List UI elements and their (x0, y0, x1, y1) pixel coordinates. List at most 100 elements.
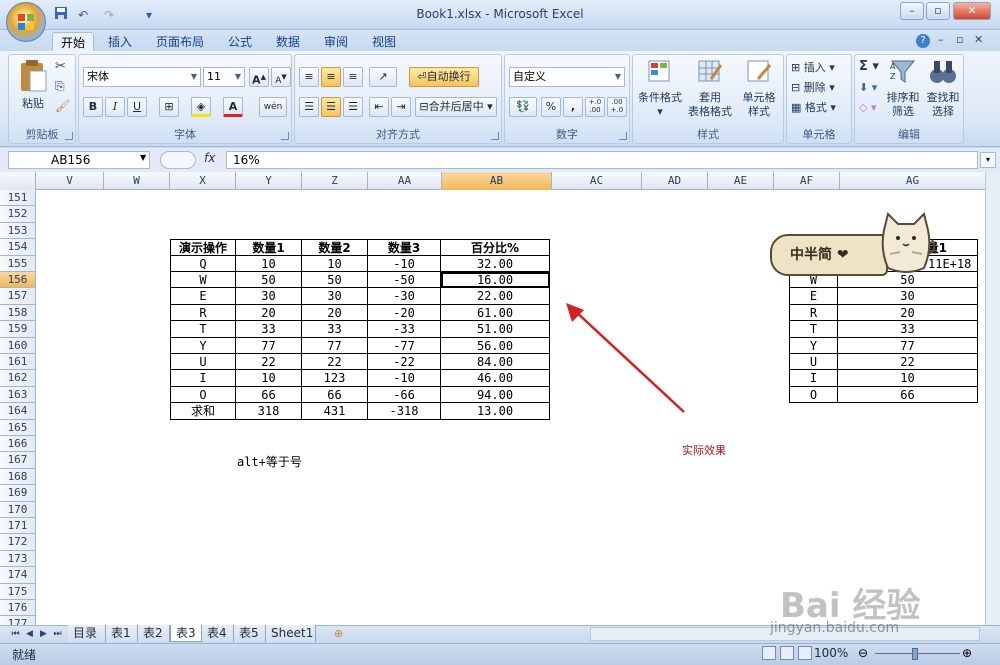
restore-button[interactable]: ▫ (926, 2, 950, 20)
table-cell[interactable]: U (170, 354, 236, 371)
page-break-view-icon[interactable] (798, 646, 812, 660)
row-header[interactable]: 155 (0, 255, 36, 272)
table-cell[interactable]: E (170, 288, 236, 305)
increase-decimal-button[interactable]: +.0.00 (585, 97, 605, 117)
column-header[interactable]: X (170, 172, 236, 190)
increase-indent-icon[interactable]: ⇥ (391, 97, 411, 117)
orientation-icon[interactable]: ↗ (369, 67, 397, 87)
autosum-button[interactable]: Σ ▾ (859, 59, 879, 74)
page-layout-view-icon[interactable] (780, 646, 794, 660)
table-cell[interactable]: 318 (236, 403, 302, 420)
italic-button[interactable]: I (105, 97, 125, 117)
clear-icon[interactable]: ◇ ▾ (859, 101, 876, 114)
row-header[interactable]: 152 (0, 206, 36, 223)
row-header[interactable]: 163 (0, 386, 36, 404)
table-cell[interactable]: -33 (368, 321, 441, 338)
right-table-cell[interactable]: 22 (838, 354, 978, 371)
column-header[interactable]: AE (708, 172, 774, 190)
table-cell[interactable]: 66 (236, 386, 302, 404)
row-header[interactable]: 176 (0, 600, 36, 617)
table-cell[interactable]: -66 (368, 386, 441, 404)
row-header[interactable]: 167 (0, 452, 36, 469)
row-header[interactable]: 175 (0, 583, 36, 600)
tab-insert[interactable]: 插入 (100, 32, 140, 52)
font-color-button[interactable]: A (223, 97, 243, 117)
find-select-button[interactable]: 查找和 选择 (923, 57, 963, 119)
right-table-cell[interactable]: 30 (838, 288, 978, 305)
table-cell[interactable]: 20 (236, 304, 302, 322)
tab-home[interactable]: 开始 (52, 32, 95, 52)
sheet-tab[interactable]: 表3 (170, 625, 202, 642)
table-cell[interactable]: -50 (368, 272, 441, 289)
align-left-icon[interactable]: ☰ (299, 97, 319, 117)
column-header[interactable]: AC (552, 172, 642, 190)
table-cell[interactable]: 22 (302, 354, 368, 371)
font-size-combo[interactable]: 11 ▼ (203, 67, 245, 87)
row-header[interactable]: 173 (0, 550, 36, 568)
table-cell[interactable]: 94.00 (441, 386, 550, 404)
ribbon-restore-icon[interactable]: ▫ (956, 33, 963, 46)
insert-sheet-icon[interactable]: ⊕ (334, 627, 352, 641)
shrink-font-button[interactable]: A▼ (271, 67, 291, 87)
help-icon[interactable]: ? (916, 34, 930, 48)
name-box[interactable]: AB156 (8, 151, 150, 169)
last-sheet-icon[interactable]: ⏭ (52, 627, 63, 641)
table-cell[interactable]: T (170, 321, 236, 338)
row-header[interactable]: 168 (0, 468, 36, 486)
zoom-in-icon[interactable]: ⊕ (962, 646, 972, 660)
column-header[interactable]: V (36, 172, 104, 190)
number-launcher-icon[interactable] (619, 132, 627, 140)
insert-button[interactable]: ⊞ 插入 ▾ (791, 59, 835, 75)
table-cell[interactable]: -22 (368, 354, 441, 371)
table-cell[interactable]: -318 (368, 403, 441, 420)
fill-color-button[interactable]: ◈ (191, 97, 211, 117)
table-cell[interactable]: 33 (302, 321, 368, 338)
tab-data[interactable]: 数据 (268, 32, 308, 52)
vertical-scrollbar[interactable] (985, 172, 1000, 626)
table-cell[interactable]: I (170, 370, 236, 387)
comma-button[interactable]: , (563, 97, 583, 117)
table-cell[interactable]: -30 (368, 288, 441, 305)
table-cell[interactable]: 56.00 (441, 337, 550, 354)
table-header-cell[interactable]: 数量3 (368, 239, 441, 256)
paste-button[interactable]: 粘贴 (15, 59, 51, 111)
minimize-button[interactable]: – (900, 2, 924, 20)
font-launcher-icon[interactable] (281, 132, 289, 140)
table-cell[interactable]: 46.00 (441, 370, 550, 387)
phonetic-button[interactable]: wén (259, 97, 287, 117)
normal-view-icon[interactable] (762, 646, 776, 660)
percent-button[interactable]: % (541, 97, 561, 117)
table-cell[interactable]: 33 (236, 321, 302, 338)
zoom-level[interactable]: 100% (814, 646, 848, 660)
table-cell[interactable]: 50 (302, 272, 368, 289)
row-header[interactable]: 164 (0, 403, 36, 420)
table-cell[interactable]: 77 (236, 337, 302, 354)
align-bottom-icon[interactable]: ≡ (343, 67, 363, 87)
formula-input[interactable]: 16% (226, 151, 978, 169)
sort-filter-button[interactable]: AZ 排序和 筛选 (883, 57, 923, 119)
next-sheet-icon[interactable]: ▶ (38, 627, 49, 641)
sheet-tab[interactable]: 表5 (234, 625, 266, 642)
table-cell[interactable]: 10 (236, 255, 302, 272)
row-header[interactable]: 172 (0, 534, 36, 551)
tab-page-layout[interactable]: 页面布局 (148, 32, 212, 52)
table-cell[interactable]: 30 (302, 288, 368, 305)
align-middle-icon[interactable]: ≡ (321, 67, 341, 87)
border-button[interactable]: ⊞ (159, 97, 179, 117)
sheet-tab[interactable]: 目录 (68, 625, 106, 642)
close-button[interactable]: ✕ (953, 2, 991, 20)
bold-button[interactable]: B (83, 97, 103, 117)
sheet-tab[interactable]: 表1 (106, 625, 138, 642)
table-cell[interactable]: -77 (368, 337, 441, 354)
tab-view[interactable]: 视图 (364, 32, 404, 52)
grow-font-button[interactable]: A▲ (249, 67, 269, 87)
insert-function-icon[interactable]: fx (204, 151, 215, 165)
clipboard-launcher-icon[interactable] (65, 132, 73, 140)
zoom-slider-thumb[interactable] (912, 648, 918, 660)
cut-icon[interactable]: ✂ (55, 59, 66, 74)
row-header[interactable]: 170 (0, 501, 36, 518)
right-table-cell[interactable]: Y (789, 337, 838, 354)
table-cell[interactable]: 84.00 (441, 354, 550, 371)
row-header[interactable]: 159 (0, 321, 36, 338)
table-cell[interactable]: 16.00 (441, 272, 550, 289)
